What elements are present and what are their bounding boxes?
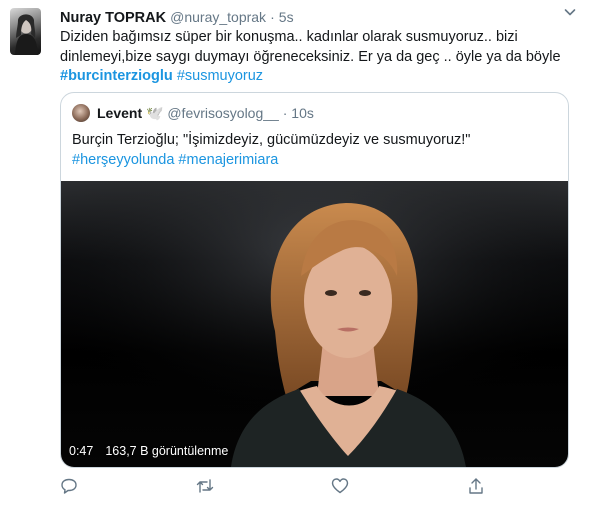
quoted-tweet-header: Levent 🕊️ @fevrisosyolog__ · 10s <box>97 105 314 122</box>
video-frame <box>61 181 568 467</box>
avatar-photo <box>15 14 38 55</box>
tweet-header: Nuray TOPRAK @nuray_toprak · 5s <box>60 9 294 26</box>
video-stats: 0:47 163,7 B görüntülenme <box>69 444 228 458</box>
heart-icon[interactable] <box>331 477 349 495</box>
share-icon[interactable] <box>467 477 485 495</box>
header-separator: · <box>270 9 275 25</box>
author-name[interactable]: Nuray TOPRAK <box>60 10 166 26</box>
quoted-author-avatar[interactable] <box>72 104 90 122</box>
dove-emoji-icon: 🕊️ <box>146 105 164 121</box>
hashtag-link[interactable]: #menajerimiara <box>178 152 278 168</box>
quoted-tweet-body: Burçin Terzioğlu; "İşimizdeyiz, gücümüzd… <box>72 132 471 148</box>
hashtag-link[interactable]: #susmuyoruz <box>177 68 263 84</box>
retweet-icon[interactable] <box>196 477 214 495</box>
reply-icon[interactable] <box>60 477 78 495</box>
chevron-down-icon[interactable] <box>562 4 578 20</box>
tweet-body: Diziden bağımsız süper bir konuşma.. kad… <box>60 29 561 65</box>
video-views: 163,7 B görüntülenme <box>105 444 229 458</box>
tweet-time[interactable]: 5s <box>279 9 294 25</box>
quoted-author-handle[interactable]: @fevrisosyolog__ <box>167 105 279 121</box>
quoted-tweet-card[interactable]: Levent 🕊️ @fevrisosyolog__ · 10s Burçin … <box>60 92 569 468</box>
quoted-tweet-text: Burçin Terzioğlu; "İşimizdeyiz, gücümüzd… <box>72 130 552 170</box>
quoted-tweet-time[interactable]: 10s <box>291 105 314 121</box>
author-handle[interactable]: @nuray_toprak <box>170 9 266 25</box>
tweet-text: Diziden bağımsız süper bir konuşma.. kad… <box>60 28 570 87</box>
video-player[interactable]: 0:47 163,7 B görüntülenme <box>61 181 568 467</box>
author-avatar[interactable] <box>10 8 41 55</box>
tweet-actions <box>60 477 530 497</box>
hashtag-link[interactable]: #burcinterzioglu <box>60 68 173 84</box>
quoted-header-separator: · <box>282 105 288 121</box>
hashtag-link[interactable]: #herşeyyolunda <box>72 152 174 168</box>
video-duration: 0:47 <box>69 444 94 458</box>
quoted-author-name[interactable]: Levent <box>97 105 142 121</box>
